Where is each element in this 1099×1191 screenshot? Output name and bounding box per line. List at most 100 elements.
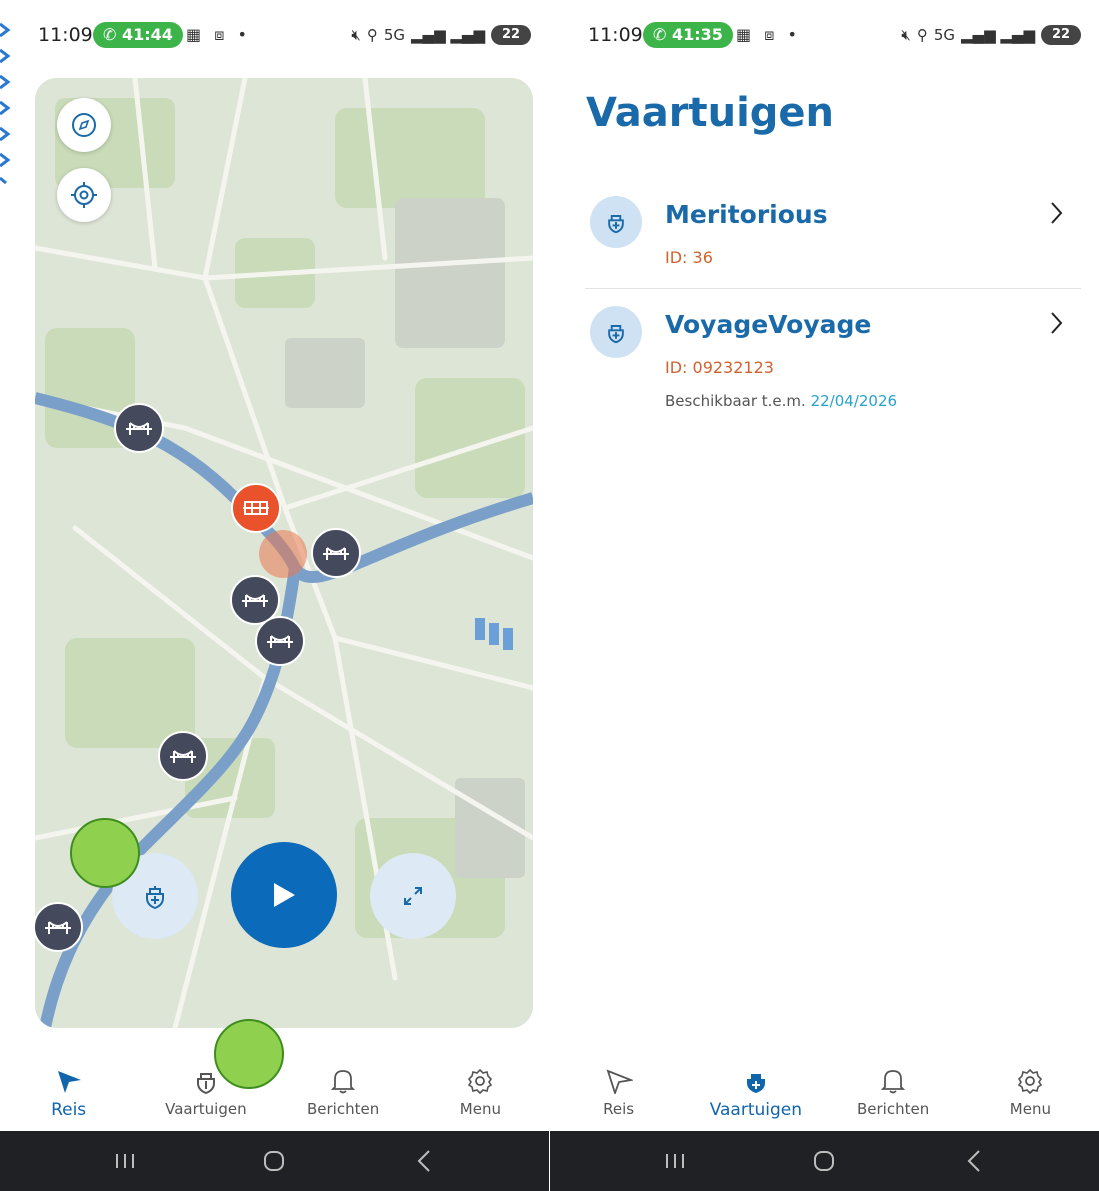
navigation-arrow-icon [606, 1069, 633, 1094]
mute-icon: 🔇︎ [351, 26, 361, 44]
divider [585, 288, 1081, 289]
network-label: 5G [383, 26, 406, 44]
bridge-marker[interactable] [311, 528, 361, 578]
signal-icon: ▂▄▆ ▂▄▆ [411, 26, 485, 44]
nav-item-reis[interactable]: Reis [550, 1058, 687, 1130]
nav-label: Berichten [307, 1100, 380, 1118]
bridge-marker[interactable] [255, 616, 305, 666]
system-status-icons: 🔇︎ ⚲ 5G ▂▄▆ ▂▄▆ 22 [901, 25, 1081, 45]
bridge-icon [267, 635, 293, 648]
compass-button[interactable] [57, 98, 111, 152]
nav-item-menu[interactable]: Menu [412, 1058, 549, 1130]
lock-icon [243, 501, 269, 515]
recent-apps-button[interactable] [645, 1141, 705, 1181]
home-icon [814, 1151, 835, 1171]
vessel-id: ID: 36 [665, 248, 713, 267]
location-icon: ⚲ [366, 26, 378, 44]
bell-icon [880, 1070, 906, 1094]
bridge-marker[interactable] [158, 731, 208, 781]
status-time: 11:09 [588, 24, 643, 46]
location-icon: ⚲ [916, 26, 928, 44]
vessel-id: ID: 09232123 [665, 358, 774, 377]
network-label: 5G [933, 26, 956, 44]
vessel-list-item[interactable]: Meritorious ID: 36 [550, 190, 1099, 286]
nav-label: Menu [1009, 1100, 1051, 1118]
bridge-marker[interactable] [114, 403, 164, 453]
bridge-icon [126, 422, 152, 435]
gear-icon [1018, 1068, 1043, 1095]
recents-icon [115, 1154, 134, 1168]
back-button[interactable] [944, 1141, 1004, 1181]
ship-icon [196, 1073, 215, 1095]
vessel-name: VoyageVoyage [665, 310, 872, 339]
nav-label: Vaartuigen [165, 1100, 247, 1118]
nav-label: Berichten [857, 1100, 930, 1118]
ship-icon [608, 325, 624, 344]
crosshair-icon [71, 182, 97, 208]
recent-apps-button[interactable] [95, 1141, 155, 1181]
bottom-navigation: Reis Vaartuigen Berichten Menu [550, 1058, 1099, 1130]
nav-item-vaartuigen[interactable]: Vaartuigen [687, 1058, 824, 1130]
back-icon [967, 1150, 980, 1172]
status-time: 11:09 [38, 24, 93, 46]
nav-label: Vaartuigen [709, 1100, 803, 1120]
start-voyage-button[interactable] [231, 842, 337, 948]
home-icon [264, 1151, 285, 1171]
bridge-icon [323, 547, 349, 560]
notification-icons: ▦ ⧈ • [186, 25, 251, 44]
mute-icon: 🔇︎ [901, 26, 911, 44]
call-indicator[interactable]: ✆ 41:35 [643, 22, 733, 48]
chevron-right-icon [1051, 202, 1063, 224]
gear-icon [468, 1068, 493, 1095]
locate-button[interactable] [57, 168, 111, 222]
call-timer: 41:35 [671, 25, 723, 44]
bridge-icon [242, 594, 268, 607]
navigation-arrow-icon [57, 1071, 81, 1093]
status-bar: 11:09 ✆ 41:44 ▦ ⧈ • 🔇︎ ⚲ 5G ▂▄▆ ▂▄▆ 22 [0, 22, 549, 50]
ship-icon [608, 215, 624, 234]
call-timer: 41:44 [121, 25, 173, 44]
back-button[interactable] [394, 1141, 454, 1181]
nav-item-reis[interactable]: Reis [0, 1058, 137, 1130]
notification-icons: ▦ ⧈ • [736, 25, 801, 44]
touch-indicator [214, 1019, 284, 1089]
recents-icon [665, 1154, 684, 1168]
vessels-screen: 11:09 ✆ 41:35 ▦ ⧈ • 🔇︎ ⚲ 5G ▂▄▆ ▂▄▆ 22 V… [550, 0, 1099, 1191]
vessel-availability: Beschikbaar t.e.m. 22/04/2026 [665, 392, 897, 410]
battery-indicator: 22 [1041, 25, 1081, 45]
nav-label: Reis [51, 1100, 87, 1120]
ship-icon [146, 886, 164, 910]
availability-label: Beschikbaar t.e.m. [665, 392, 806, 410]
current-position-marker [259, 530, 307, 578]
lock-marker[interactable] [231, 483, 281, 533]
chevron-right-icon [1051, 312, 1063, 334]
vessel-list-item[interactable]: VoyageVoyage ID: 09232123 Beschikbaar t.… [550, 300, 1099, 420]
system-navigation-bar [550, 1131, 1099, 1191]
system-navigation-bar [0, 1131, 549, 1191]
expand-icon [404, 887, 422, 905]
vessel-name: Meritorious [665, 200, 828, 229]
battery-indicator: 22 [491, 25, 531, 45]
call-indicator[interactable]: ✆ 41:44 [93, 22, 183, 48]
signal-icon: ▂▄▆ ▂▄▆ [961, 26, 1035, 44]
nav-item-menu[interactable]: Menu [962, 1058, 1099, 1130]
nav-label: Reis [603, 1100, 635, 1118]
expand-map-button[interactable] [370, 853, 456, 939]
home-button[interactable] [244, 1141, 304, 1181]
touch-indicator [70, 818, 140, 888]
page-title: Vaartuigen [586, 90, 835, 136]
vessel-avatar [590, 196, 642, 248]
play-icon [274, 883, 295, 907]
nav-label: Menu [459, 1100, 501, 1118]
system-status-icons: 🔇︎ ⚲ 5G ▂▄▆ ▂▄▆ 22 [351, 25, 531, 45]
status-bar: 11:09 ✆ 41:35 ▦ ⧈ • 🔇︎ ⚲ 5G ▂▄▆ ▂▄▆ 22 [550, 22, 1099, 50]
map-screen: 11:09 ✆ 41:44 ▦ ⧈ • 🔇︎ ⚲ 5G ▂▄▆ ▂▄▆ 22 R… [0, 0, 549, 1191]
availability-date: 22/04/2026 [810, 392, 898, 410]
nav-item-berichten[interactable]: Berichten [275, 1058, 412, 1130]
bridge-marker[interactable] [35, 902, 83, 952]
nav-item-berichten[interactable]: Berichten [825, 1058, 962, 1130]
vessel-avatar [590, 306, 642, 358]
home-button[interactable] [794, 1141, 854, 1181]
bell-icon [330, 1070, 356, 1094]
back-icon [417, 1150, 430, 1172]
